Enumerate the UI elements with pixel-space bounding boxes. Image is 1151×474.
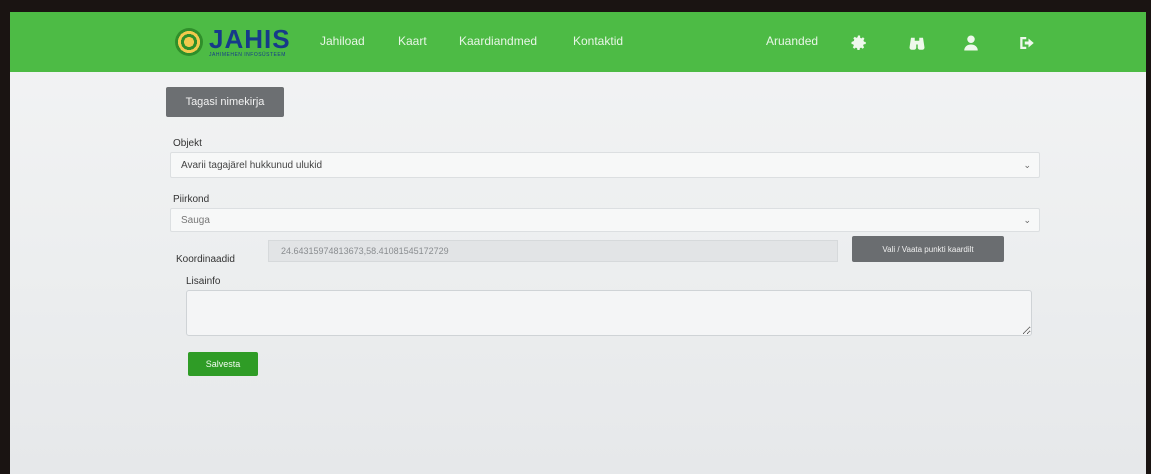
objekt-label: Objekt <box>173 138 202 149</box>
nav-kaardiandmed[interactable]: Kaardiandmed <box>459 34 537 48</box>
coordinates-input[interactable] <box>268 240 838 262</box>
pick-point-on-map-button[interactable]: Vali / Vaata punkti kaardilt <box>852 236 1004 262</box>
lisainfo-textarea[interactable] <box>186 290 1032 336</box>
app-screen: JAHIS JAHIMEHEN INFOSÜSTEEM Jahiload Kaa… <box>10 12 1146 474</box>
jahis-logo[interactable]: JAHIS JAHIMEHEN INFOSÜSTEEM <box>175 24 291 60</box>
logo-word: JAHIS <box>209 24 291 54</box>
nav-kaart[interactable]: Kaart <box>398 34 427 48</box>
nav-aruanded[interactable]: Aruanded <box>766 34 818 48</box>
objekt-select[interactable]: Avarii tagajärel hukkunud ulukid ⌄ <box>170 152 1040 178</box>
nav-jahiload[interactable]: Jahiload <box>320 34 365 48</box>
piirkond-label: Piirkond <box>173 194 210 205</box>
top-navbar: JAHIS JAHIMEHEN INFOSÜSTEEM Jahiload Kaa… <box>10 12 1146 72</box>
chevron-down-icon: ⌄ <box>1023 159 1031 170</box>
koordinaadid-label: Koordinaadid <box>176 254 235 265</box>
nav-kontaktid[interactable]: Kontaktid <box>573 34 623 48</box>
back-to-list-button[interactable]: Tagasi nimekirja <box>166 87 284 117</box>
objekt-selected-value: Avarii tagajärel hukkunud ulukid <box>181 159 323 171</box>
logo-emblem-icon <box>175 28 203 56</box>
chevron-down-icon: ⌄ <box>1023 214 1031 225</box>
piirkond-selected-value: Sauga <box>181 214 210 226</box>
binoculars-icon[interactable] <box>908 34 926 52</box>
gear-icon[interactable] <box>850 34 868 52</box>
piirkond-select[interactable]: Sauga ⌄ <box>170 208 1040 232</box>
lisainfo-label: Lisainfo <box>186 276 221 287</box>
user-icon[interactable] <box>962 34 980 52</box>
logout-icon[interactable] <box>1018 34 1036 52</box>
logo-subtitle: JAHIMEHEN INFOSÜSTEEM <box>209 52 286 58</box>
save-button[interactable]: Salvesta <box>188 352 258 376</box>
